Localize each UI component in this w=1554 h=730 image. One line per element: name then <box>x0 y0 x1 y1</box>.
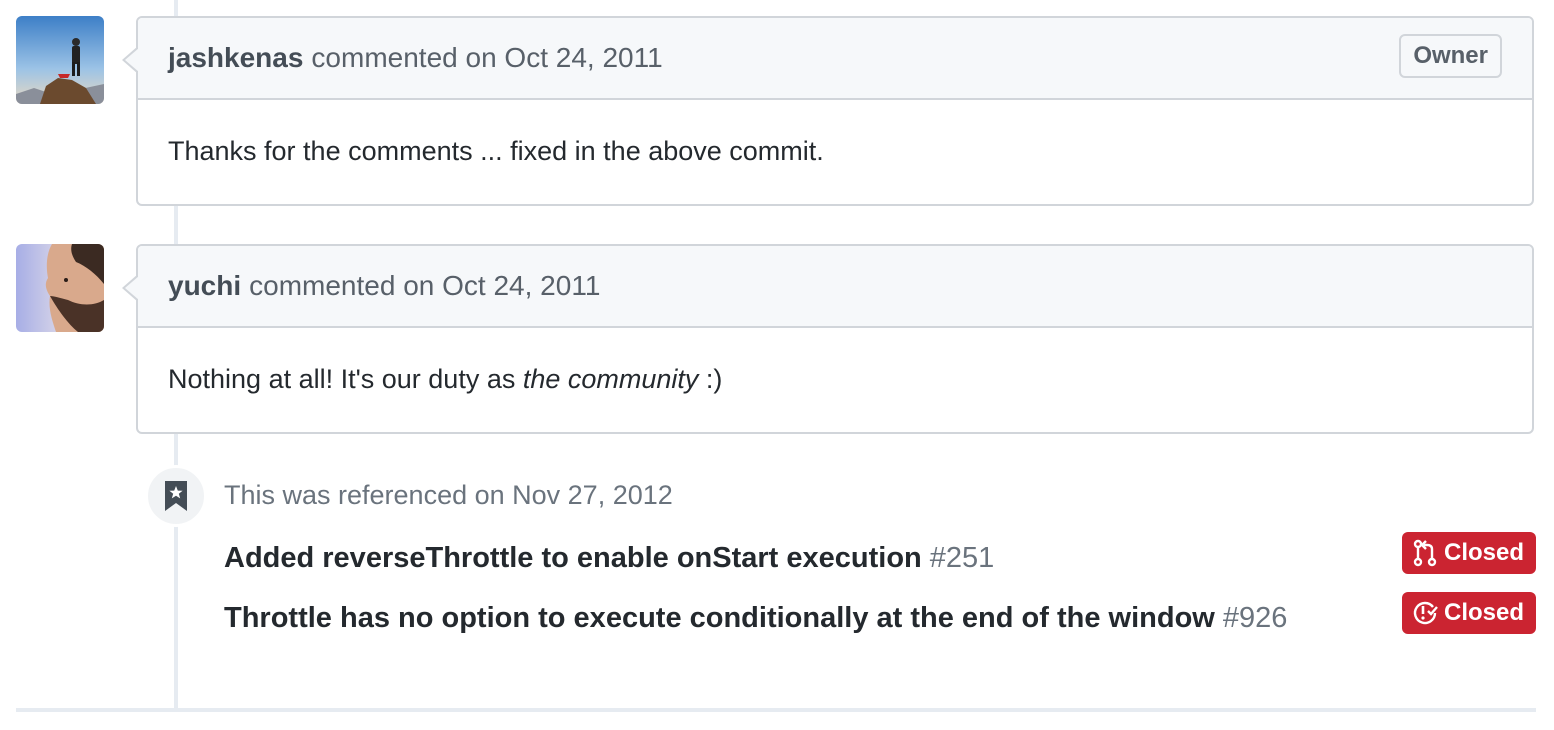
state-badge-closed: Closed <box>1401 592 1536 634</box>
comment-text-part: :) <box>698 363 723 394</box>
state-badge-closed: Closed <box>1401 532 1536 574</box>
avatar-image <box>16 244 104 332</box>
comment-author[interactable]: yuchi <box>168 270 241 302</box>
timeline-bottom-divider <box>16 708 1536 712</box>
comment-author[interactable]: jashkenas <box>168 42 303 74</box>
reference-event-title: This was referenced on Nov 27, 2012 <box>224 480 673 510</box>
reference-item-title[interactable]: Throttle has no option to execute condit… <box>224 602 1215 634</box>
avatar-image <box>16 16 104 104</box>
comment-timestamp[interactable]: commented on Oct 24, 2011 <box>249 270 600 302</box>
reference-item-number[interactable]: #251 <box>930 542 995 574</box>
comment-body: Thanks for the comments ... fixed in the… <box>138 100 1532 202</box>
comment-yuchi: yuchi commented on Oct 24, 2011 Nothing … <box>122 244 1534 434</box>
comment-jashkenas: jashkenas commented on Oct 24, 2011 Owne… <box>122 16 1534 206</box>
bookmark-icon <box>145 465 207 527</box>
comment-header: jashkenas commented on Oct 24, 2011 Owne… <box>138 18 1532 100</box>
git-pull-request-icon <box>1412 539 1438 567</box>
comment-timestamp[interactable]: commented on Oct 24, 2011 <box>311 42 662 74</box>
reference-item-number[interactable]: #926 <box>1223 602 1288 634</box>
comment-text-emphasis: the community <box>522 363 699 394</box>
owner-badge: Owner <box>1399 34 1502 78</box>
comment-header: yuchi commented on Oct 24, 2011 <box>138 246 1532 328</box>
state-badge-label: Closed <box>1443 599 1524 626</box>
discussion-timeline: jashkenas commented on Oct 24, 2011 Owne… <box>0 0 1554 730</box>
comment-text-part: Nothing at all! It's our duty as <box>168 363 523 394</box>
avatar-jashkenas[interactable] <box>16 16 104 104</box>
issue-closed-icon <box>1412 600 1438 626</box>
comment-text: Nothing at all! It's our duty as the com… <box>168 364 722 395</box>
comment-text: Thanks for the comments ... fixed in the… <box>168 135 824 166</box>
reference-item-title[interactable]: Added reverseThrottle to enable onStart … <box>224 542 922 574</box>
comment-body: Nothing at all! It's our duty as the com… <box>138 328 1532 430</box>
state-badge-label: Closed <box>1443 539 1524 566</box>
reference-item: Added reverseThrottle to enable onStart … <box>224 532 1536 578</box>
avatar-yuchi[interactable] <box>16 244 104 332</box>
reference-item: Throttle has no option to execute condit… <box>224 592 1536 638</box>
